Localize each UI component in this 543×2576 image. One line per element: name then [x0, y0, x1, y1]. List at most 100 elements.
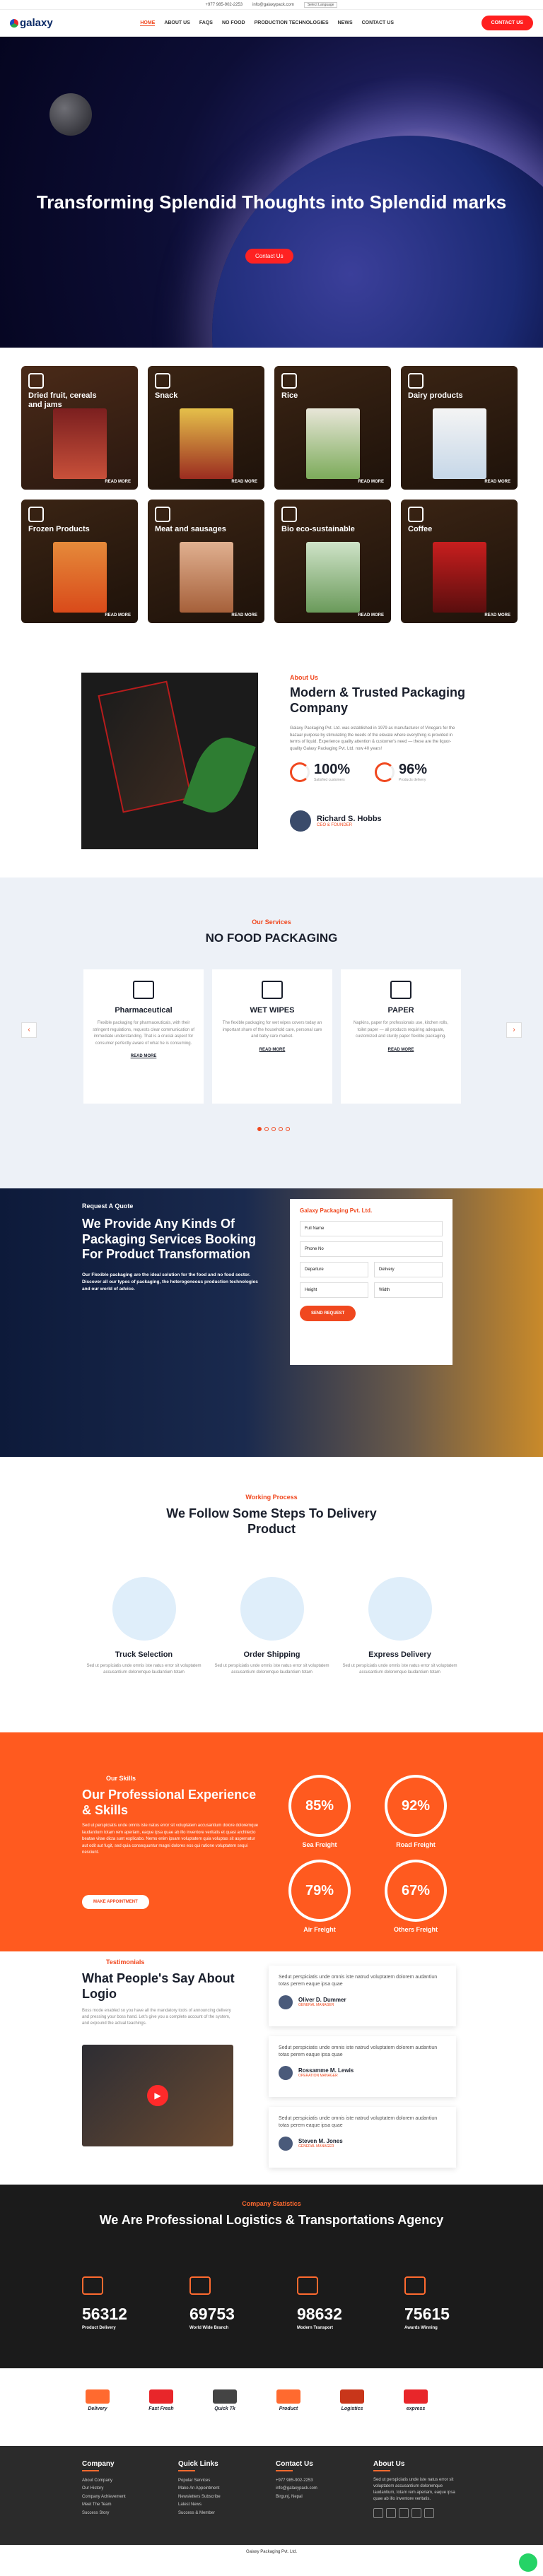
category-icon	[28, 507, 44, 522]
step-text: Sed ut perspiciatis unde omnis iste natu…	[86, 1664, 202, 1674]
category-card[interactable]: Frozen Products READ MORE	[21, 500, 138, 623]
footer-link[interactable]: About Company	[82, 2477, 167, 2485]
carousel-dot[interactable]	[279, 1127, 283, 1131]
twitter-icon[interactable]	[386, 2508, 396, 2518]
read-more-link[interactable]: READ MORE	[231, 480, 257, 484]
quote-section: Request A Quote We Provide Any Kinds Of …	[0, 1188, 543, 1457]
footer-link[interactable]: Meet The Team	[82, 2501, 167, 2509]
services-title: NO FOOD PACKAGING	[205, 931, 338, 945]
delivery-field[interactable]: Delivery	[374, 1262, 443, 1277]
stat-number: 75615	[404, 2305, 450, 2323]
read-more-link[interactable]: READ MORE	[105, 480, 131, 484]
read-more-link[interactable]: READ MORE	[231, 613, 257, 618]
footer-heading: Company	[82, 2460, 115, 2468]
carousel-dot[interactable]	[272, 1127, 276, 1131]
testimonials-kicker: Testimonials	[106, 1958, 145, 1966]
service-card[interactable]: PAPER Napkins, paper for professionals u…	[341, 969, 461, 1104]
full-name-field[interactable]: Full Name	[300, 1221, 443, 1236]
service-card[interactable]: WET WIPES The flexible packaging for wet…	[212, 969, 332, 1104]
brand-name: Quick Tk	[214, 2406, 235, 2411]
facebook-icon[interactable]	[373, 2508, 383, 2518]
skill-label: Sea Freight	[302, 1841, 337, 1848]
category-card[interactable]: Rice READ MORE	[274, 366, 391, 490]
footer-link[interactable]: Newsletters Subscribe	[178, 2493, 263, 2501]
video-thumbnail[interactable]: ▶	[82, 2045, 233, 2146]
service-card[interactable]: Pharmaceutical Flexible packaging for ph…	[83, 969, 204, 1104]
footer-link[interactable]: Success Story	[82, 2510, 167, 2517]
brand-logo: express	[395, 2389, 437, 2411]
footer-link[interactable]: Success & Member	[178, 2510, 263, 2517]
footer-link[interactable]: Company Achievement	[82, 2493, 167, 2501]
category-card[interactable]: Bio eco-sustainable READ MORE	[274, 500, 391, 623]
read-more-link[interactable]: READ MORE	[484, 480, 510, 484]
send-request-button[interactable]: SEND REQUEST	[300, 1306, 356, 1321]
read-more-link[interactable]: READ MORE	[358, 613, 384, 618]
brand-logo: Delivery	[76, 2389, 119, 2411]
read-more-link[interactable]: READ MORE	[349, 1048, 452, 1052]
instagram-icon[interactable]	[411, 2508, 421, 2518]
testimonial-card: Sedut perspiciatis unde omnis iste natru…	[269, 2107, 456, 2168]
whatsapp-icon[interactable]	[519, 2553, 537, 2572]
nav-news[interactable]: NEWS	[338, 20, 353, 26]
category-card[interactable]: Dairy products READ MORE	[401, 366, 518, 490]
testimonial-name: Oliver D. Dummer	[298, 1997, 346, 2004]
width-field[interactable]: Width	[374, 1282, 443, 1298]
avatar	[279, 1995, 293, 2009]
logo[interactable]: galaxy	[10, 17, 53, 29]
nav-home[interactable]: HOME	[140, 20, 156, 26]
read-more-link[interactable]: READ MORE	[105, 613, 131, 618]
skills-kicker: Our Skills	[106, 1775, 136, 1782]
height-field[interactable]: Height	[300, 1282, 368, 1298]
services-kicker: Our Services	[252, 918, 291, 926]
form-heading: Galaxy Packaging Pvt. Ltd.	[300, 1207, 373, 1214]
category-card[interactable]: Meat and sausages READ MORE	[148, 500, 264, 623]
category-card[interactable]: Snack READ MORE	[148, 366, 264, 490]
product-delivery-icon	[82, 2276, 103, 2295]
linkedin-icon[interactable]	[399, 2508, 409, 2518]
progress-ring-icon	[375, 762, 395, 782]
process-kicker: Working Process	[245, 1494, 298, 1501]
read-more-link[interactable]: READ MORE	[358, 480, 384, 484]
testimonial-quote: Sedut perspiciatis unde omnis iste natru…	[279, 1975, 438, 1987]
brand-name: Logistics	[341, 2406, 363, 2411]
next-arrow-icon[interactable]: ›	[506, 1022, 522, 1038]
package-image	[52, 408, 107, 479]
nav-about[interactable]: ABOUT US	[164, 20, 190, 26]
moon-graphic	[49, 93, 92, 136]
footer-link[interactable]: Popular Services	[178, 2477, 263, 2485]
read-more-link[interactable]: READ MORE	[484, 613, 510, 618]
hero-contact-button[interactable]: Contact Us	[245, 249, 293, 264]
service-text: Napkins, paper for professionals use, ki…	[353, 1021, 449, 1039]
nav-production[interactable]: PRODUCTION TECHNOLOGIES	[255, 20, 329, 26]
category-card[interactable]: Dried fruit, cereals and jams READ MORE	[21, 366, 138, 490]
carousel-dot[interactable]	[257, 1127, 262, 1131]
package-image	[52, 542, 107, 613]
departure-field[interactable]: Departure	[300, 1262, 368, 1277]
read-more-link[interactable]: READ MORE	[92, 1054, 195, 1058]
carousel-dot[interactable]	[264, 1127, 269, 1131]
avatar	[279, 2065, 293, 2080]
stat-satisfied: 100% Satisfied customers	[290, 762, 350, 782]
statistics-kicker: Company Statistics	[242, 2200, 301, 2207]
read-more-link[interactable]: READ MORE	[221, 1048, 324, 1052]
prev-arrow-icon[interactable]: ‹	[21, 1022, 37, 1038]
language-select[interactable]: Select Language	[303, 1, 338, 8]
carousel-dot[interactable]	[286, 1127, 290, 1131]
nav-no-food[interactable]: NO FOOD	[222, 20, 245, 26]
play-icon[interactable]: ▶	[147, 2085, 168, 2106]
brand-logo: Quick Tk	[204, 2389, 246, 2411]
nav-faqs[interactable]: FAQS	[199, 20, 213, 26]
footer-link[interactable]: Make An Appointment	[178, 2485, 263, 2493]
youtube-icon[interactable]	[424, 2508, 434, 2518]
category-card[interactable]: Coffee READ MORE	[401, 500, 518, 623]
quote-text: Our Flexible packaging are the ideal sol…	[82, 1272, 258, 1292]
contact-button[interactable]: CONTACT US	[481, 16, 533, 30]
footer-link[interactable]: Our History	[82, 2485, 167, 2493]
category-icon	[155, 507, 170, 522]
nav-contact[interactable]: CONTACT US	[362, 20, 394, 26]
product-brand-icon	[276, 2389, 300, 2404]
footer-link[interactable]: Latest News	[178, 2501, 263, 2509]
delivery-brand-icon	[86, 2389, 110, 2404]
phone-field[interactable]: Phone No	[300, 1241, 443, 1257]
make-appointment-button[interactable]: MAKE APPOINTMENT	[82, 1895, 149, 1909]
